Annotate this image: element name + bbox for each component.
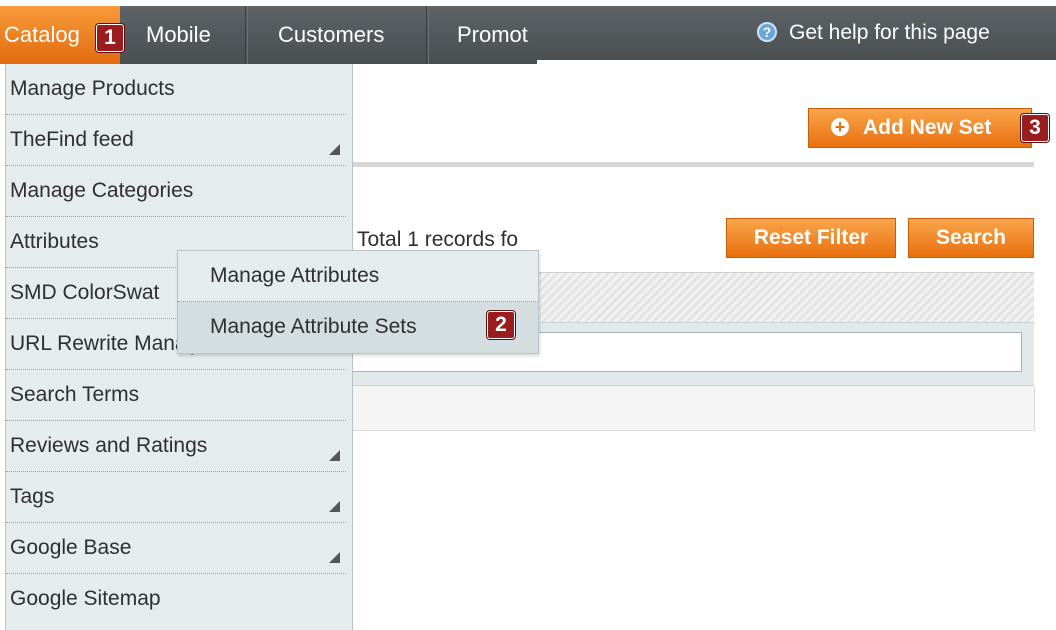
attributes-submenu: Manage Attributes Manage Attribute Sets [177,250,539,354]
add-new-set-button[interactable]: + Add New Set [808,108,1032,148]
question-icon: ? [757,22,777,42]
submenu-arrow-icon [329,501,340,512]
nav-item-label: Customers [278,22,385,47]
nav-item-label: Promot [457,22,528,47]
menu-item-tags[interactable]: Tags [6,472,346,523]
help-label: Get help for this page [789,21,990,44]
step-badge-2: 2 [487,311,515,339]
nav-item-label: Catalog [4,22,80,47]
menu-item-label: Tags [10,485,55,508]
menu-item-label: Search Terms [10,383,140,406]
plus-icon: + [831,118,849,136]
menu-item-thefind-feed[interactable]: TheFind feed [6,115,346,166]
submenu-arrow-icon [329,450,340,461]
submenu-arrow-icon [329,552,340,563]
nav-item-promotions[interactable]: Promot [428,6,537,64]
menu-item-label: Manage Products [10,77,175,100]
menu-item-reviews-and-ratings[interactable]: Reviews and Ratings [6,421,346,472]
divider [352,162,1034,167]
menu-item-label: Google Sitemap [10,587,161,610]
help-link[interactable]: ? Get help for this page [757,6,990,60]
menu-item-label: Attributes [10,230,99,253]
search-button[interactable]: Search [908,218,1034,258]
nav-item-customers[interactable]: Customers [247,6,427,64]
step-badge-3: 3 [1021,114,1049,142]
menu-item-google-base[interactable]: Google Base [6,523,346,574]
menu-item-label: SMD ColorSwat [10,281,160,304]
menu-item-label: Manage Categories [10,179,194,202]
menu-item-google-sitemap[interactable]: Google Sitemap [6,574,346,625]
menu-item-manage-categories[interactable]: Manage Categories [6,166,346,217]
step-badge-1: 1 [96,24,124,52]
submenu-item-manage-attribute-sets[interactable]: Manage Attribute Sets [178,302,538,353]
menu-item-manage-products[interactable]: Manage Products [6,64,346,115]
submenu-item-manage-attributes[interactable]: Manage Attributes [178,251,538,302]
records-count: Total 1 records fo [357,228,519,251]
menu-item-search-terms[interactable]: Search Terms [6,370,346,421]
reset-filter-button[interactable]: Reset Filter [726,218,896,258]
add-new-set-label: Add New Set [863,116,992,139]
menu-item-label: Reviews and Ratings [10,434,208,457]
top-nav-bar: Catalog 1 Mobile Customers Promot [0,6,537,64]
submenu-item-label: Manage Attribute Sets [210,315,417,338]
menu-item-label: TheFind feed [10,128,134,151]
nav-item-mobile[interactable]: Mobile [146,6,246,64]
submenu-arrow-icon [329,144,340,155]
menu-item-label: Google Base [10,536,132,559]
grid-row [352,386,1035,431]
nav-item-label: Mobile [146,22,211,47]
submenu-item-label: Manage Attributes [210,264,380,287]
